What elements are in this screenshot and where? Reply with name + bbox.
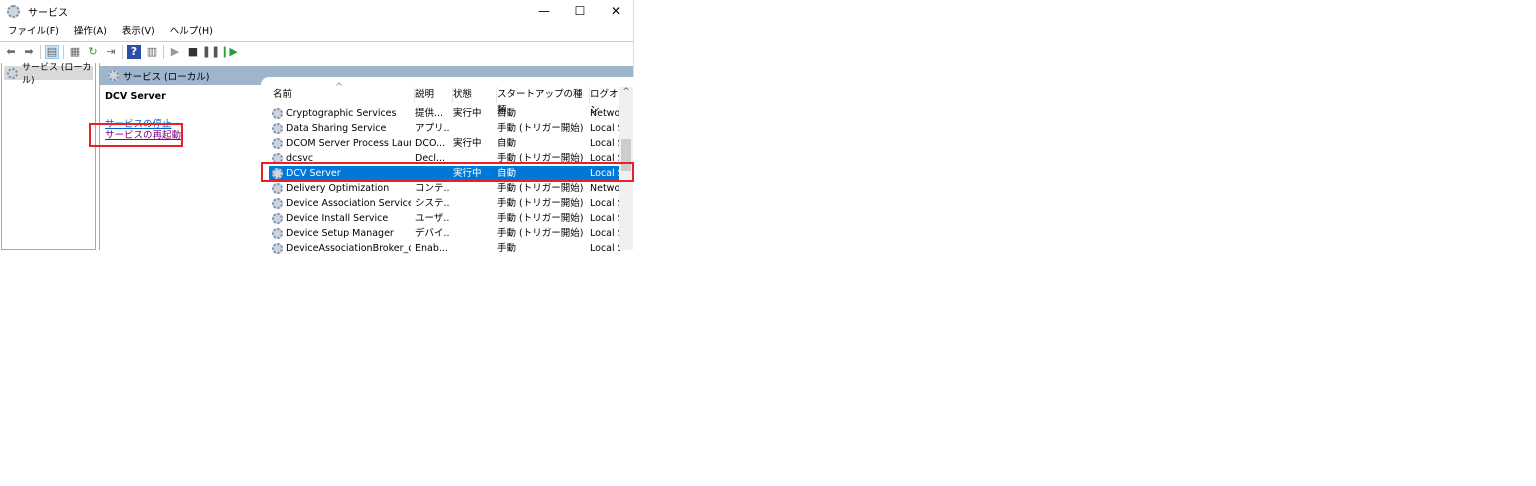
table-row[interactable]: Delivery Optimization コンテ... 手動 (トリガー開始) Ne…	[269, 181, 620, 196]
start-icon[interactable]: ▶	[168, 45, 182, 59]
service-gear-icon	[272, 198, 283, 209]
highlight-box	[89, 123, 183, 147]
table-row[interactable]: Device Install Service ユーザ... 手動 (トリガー開始) L…	[269, 211, 620, 226]
cell-desc: アプリ...	[415, 123, 449, 134]
tree-item-label: サービス (ローカル)	[22, 63, 92, 86]
divider	[163, 44, 164, 59]
column-logon[interactable]: ログオン	[590, 87, 622, 116]
table-row[interactable]: Device Setup Manager デバイ... 手動 (トリガー開始) Loc…	[269, 226, 620, 241]
console-tree-icon[interactable]: ▤	[45, 44, 59, 59]
console-tree: サービス (ローカル)	[1, 63, 96, 250]
cell-logon: Local S	[590, 138, 620, 149]
pause-icon[interactable]: ❚❚	[202, 45, 220, 59]
cell-startup: 手動 (トリガー開始)	[497, 183, 584, 194]
cell-name: Device Install Service	[286, 213, 389, 224]
restart-icon[interactable]: ❙▶	[220, 45, 238, 59]
title-bar: サービス — ☐ ✕	[0, 0, 634, 22]
refresh-icon[interactable]: ↻	[86, 45, 100, 59]
cell-name: Data Sharing Service	[286, 123, 387, 134]
cell-desc: DCO...	[415, 138, 446, 149]
cell-startup: 手動 (トリガー開始)	[497, 228, 584, 239]
menu-view[interactable]: 表示(V)	[114, 24, 162, 40]
service-gear-icon	[272, 243, 283, 254]
divider	[63, 44, 64, 59]
cell-desc: コンテ...	[415, 183, 449, 194]
column-description[interactable]: 説明	[415, 87, 453, 103]
maximize-button[interactable]: ☐	[562, 0, 598, 22]
cell-startup: 手動 (トリガー開始)	[497, 198, 584, 209]
window-title: サービス	[28, 7, 68, 19]
cell-desc: Enab...	[415, 243, 448, 254]
services-icon	[7, 4, 20, 18]
divider	[40, 44, 41, 59]
tree-item-services-local[interactable]: サービス (ローカル)	[4, 63, 93, 86]
service-gear-icon	[272, 108, 283, 119]
minimize-button[interactable]: —	[526, 0, 562, 22]
cell-name: Cryptographic Services	[286, 108, 397, 119]
menu-bar: ファイル(F) 操作(A) 表示(V) ヘルプ(H)	[0, 24, 220, 40]
cell-desc: ユーザ...	[415, 213, 449, 224]
services-panel: サービス (ローカル) DCV Server サービスの停止 サービスの再起動 …	[89, 63, 634, 254]
cell-logon: Local S	[590, 123, 620, 134]
services-window: サービス — ☐ ✕ ファイル(F) 操作(A) 表示(V) ヘルプ(H) ⬅ …	[0, 0, 634, 254]
table-row[interactable]: Cryptographic Services 提供... 実行中 自動 Network	[269, 106, 620, 121]
back-icon[interactable]: ⬅	[4, 45, 18, 59]
cell-name: Delivery Optimization	[286, 183, 390, 194]
cell-desc: システ...	[415, 198, 449, 209]
services-icon	[7, 67, 18, 79]
cell-logon: Local S	[590, 243, 620, 254]
cell-logon: Network	[590, 183, 620, 194]
forward-icon[interactable]: ➡	[22, 45, 36, 59]
sort-ascending-icon: ^	[335, 82, 343, 93]
cell-status: 実行中	[453, 108, 482, 119]
cell-name: Device Setup Manager	[286, 228, 394, 239]
cell-name: Device Association Service	[286, 198, 411, 209]
menu-help[interactable]: ヘルプ(H)	[162, 24, 220, 40]
service-gear-icon	[272, 228, 283, 239]
divider	[122, 44, 123, 59]
stop-icon[interactable]: ■	[186, 45, 200, 59]
cell-logon: Network	[590, 108, 620, 119]
column-status[interactable]: 状態	[453, 87, 497, 103]
column-startup-type[interactable]: スタートアップの種類	[497, 87, 590, 116]
cell-startup: 手動	[497, 243, 517, 254]
properties-icon[interactable]: ▦	[68, 45, 82, 59]
cell-name: DeviceAssociationBroker_c5...	[286, 243, 411, 254]
cell-startup: 自動	[497, 138, 517, 149]
cell-startup: 自動	[497, 108, 517, 119]
table-row[interactable]: DCOM Server Process Laun... DCO... 実行中 自動 Lo…	[269, 136, 620, 151]
cell-startup: 手動 (トリガー開始)	[497, 123, 584, 134]
cell-status: 実行中	[453, 138, 482, 149]
scroll-up-icon[interactable]: ^	[619, 87, 633, 97]
column-headers: 名前 ^ 説明 状態 スタートアップの種類 ログオン	[261, 82, 622, 116]
cell-logon: Local S	[590, 198, 620, 209]
menu-file[interactable]: ファイル(F)	[0, 24, 66, 40]
service-gear-icon	[272, 123, 283, 134]
service-gear-icon	[272, 213, 283, 224]
cell-desc: デバイ...	[415, 228, 449, 239]
column-name[interactable]: 名前	[273, 87, 415, 103]
services-icon	[108, 70, 119, 81]
export-icon[interactable]: ⇥	[104, 45, 118, 59]
close-button[interactable]: ✕	[598, 0, 634, 22]
service-gear-icon	[272, 183, 283, 194]
action-pane-icon[interactable]: ▥	[145, 45, 159, 59]
menu-action[interactable]: 操作(A)	[66, 24, 114, 40]
extended-description: DCV Server サービスの停止 サービスの再起動	[89, 85, 261, 250]
table-row[interactable]: DeviceAssociationBroker_c5... Enab... 手動 Lo…	[269, 241, 620, 256]
table-row[interactable]: Data Sharing Service アプリ... 手動 (トリガー開始) Loc…	[269, 121, 620, 136]
panel-header-title: サービス (ローカル)	[123, 71, 210, 83]
help-icon[interactable]: ?	[127, 44, 141, 59]
cell-name: DCOM Server Process Laun...	[286, 138, 411, 149]
cell-startup: 手動 (トリガー開始)	[497, 213, 584, 224]
cell-logon: Local S	[590, 213, 620, 224]
selected-service-name: DCV Server	[105, 91, 166, 102]
highlight-box	[261, 162, 634, 182]
table-row[interactable]: Device Association Service システ... 手動 (トリガー…	[269, 196, 620, 211]
cell-desc: 提供...	[415, 108, 444, 119]
service-gear-icon	[272, 138, 283, 149]
cell-logon: Local S	[590, 228, 620, 239]
toolbar: ⬅ ➡ ▤ ▦ ↻ ⇥ ? ▥ ▶ ■ ❚❚ ❙▶	[0, 41, 634, 61]
